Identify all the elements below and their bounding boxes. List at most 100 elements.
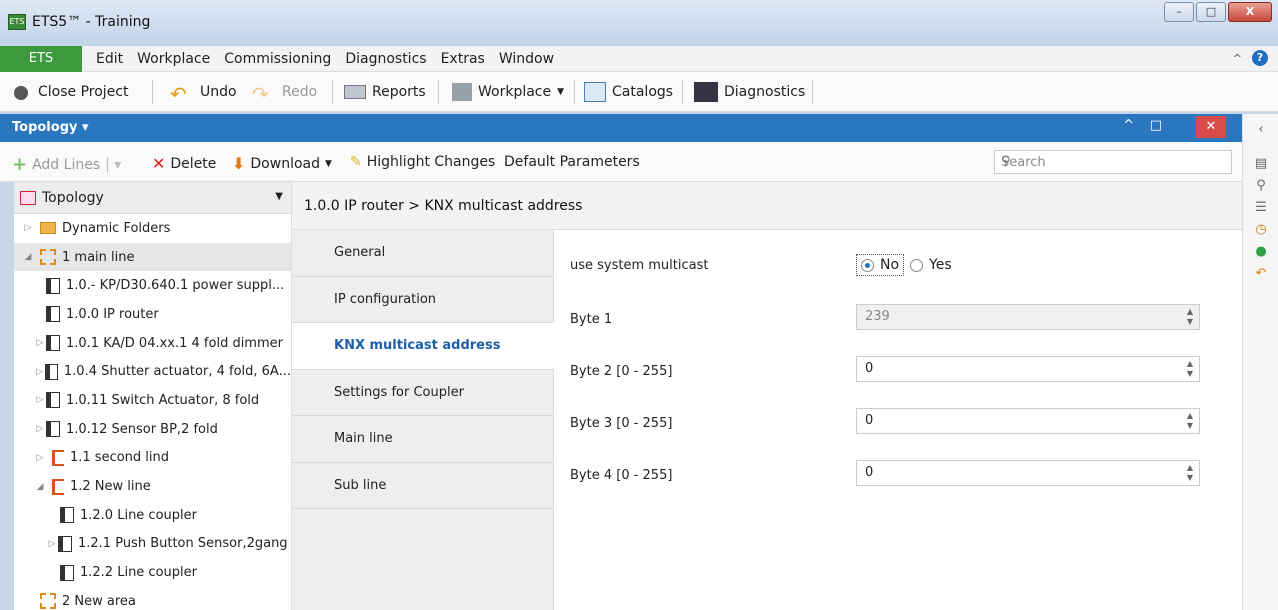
download-button[interactable]: ⬇ Download ▼ (232, 154, 332, 173)
tree-item-line[interactable]: ▷ 1.1 second lind (14, 444, 291, 473)
tab-main-line[interactable]: Main line (292, 416, 553, 463)
clock-icon[interactable]: ◷ (1253, 222, 1269, 238)
topology-panel-title[interactable]: Topology ▾ (12, 120, 89, 135)
topology-icon (20, 190, 36, 205)
menu-ets[interactable]: ETS (0, 46, 82, 72)
device-icon (46, 421, 60, 438)
play-icon[interactable]: ● (1253, 244, 1269, 260)
menu-diagnostics[interactable]: Diagnostics (345, 46, 426, 72)
redo-button[interactable]: ↷ Redo (252, 78, 317, 106)
maximize-button[interactable]: □ (1196, 2, 1226, 22)
menu-commissioning[interactable]: Commissioning (224, 46, 331, 72)
undo-button[interactable]: ↶ Undo (170, 78, 237, 106)
byte3-label: Byte 3 [0 - 255] (570, 416, 673, 431)
collapse-icon[interactable]: ◢ (22, 252, 34, 262)
minimize-button[interactable]: – (1164, 2, 1194, 22)
chevron-down-icon: ▼ (275, 191, 283, 202)
reports-button[interactable]: Reports (344, 78, 426, 106)
menu-extras[interactable]: Extras (441, 46, 485, 72)
chevron-left-icon[interactable]: ‹ (1253, 122, 1269, 138)
tab-sub-line[interactable]: Sub line (292, 463, 553, 509)
menu-bar: ETS Edit Workplace Commissioning Diagnos… (0, 46, 1278, 72)
expand-icon[interactable]: ▷ (34, 453, 46, 463)
delete-x-icon: ✕ (152, 154, 166, 173)
collapse-ribbon-icon[interactable]: ^ (1233, 52, 1242, 65)
tree-item-area[interactable]: 2 New area (14, 587, 291, 610)
radio-yes-icon (910, 258, 924, 272)
byte4-field[interactable]: 0 ▲ ▼ (856, 460, 1200, 486)
folder-icon (40, 222, 56, 235)
side-rail: ‹ ▤ ⚲ ☰ ◷ ● ↶ (1242, 114, 1278, 610)
spinner-icon[interactable]: ▲ ▼ (1187, 411, 1193, 431)
radio-yes[interactable]: Yes (910, 257, 952, 273)
panel-close-button[interactable]: ✕ (1196, 116, 1226, 138)
default-parameters-button[interactable]: Default Parameters (504, 154, 640, 170)
workplace-button[interactable]: Workplace ▼ (452, 78, 564, 106)
tree-header[interactable]: Topology ▼ (14, 182, 291, 214)
catalogs-button[interactable]: Catalogs (584, 78, 673, 106)
title-bar: ETS ETS5™ - Training – □ X (0, 0, 1278, 46)
diagnostics-button[interactable]: Diagnostics (694, 78, 805, 106)
menu-workplace[interactable]: Workplace (137, 46, 210, 72)
tree-item-line[interactable]: ◢ 1.2 New line (14, 472, 291, 501)
device-icon (60, 507, 74, 524)
expand-icon[interactable]: ▷ (22, 223, 34, 233)
menu-edit[interactable]: Edit (96, 46, 123, 72)
close-window-button[interactable]: X (1228, 2, 1272, 22)
tree-item-device[interactable]: 1.2.2 Line coupler (14, 558, 291, 587)
line-icon (40, 249, 56, 266)
add-lines-button[interactable]: + Add Lines | ▾ (12, 154, 121, 175)
panel-collapse-icon[interactable]: ^ (1123, 118, 1134, 133)
collapse-icon[interactable]: ◢ (34, 482, 46, 492)
workplace-icon (452, 83, 472, 101)
menu-window[interactable]: Window (499, 46, 554, 72)
device-icon (58, 535, 72, 552)
expand-icon[interactable]: ▷ (46, 539, 58, 549)
search-icon[interactable]: ⚲ (1253, 178, 1269, 194)
spinner-icon[interactable]: ▲ ▼ (1187, 359, 1193, 379)
tab-knx-multicast-address[interactable]: KNX multicast address (292, 323, 554, 370)
device-icon (46, 306, 60, 323)
tree-item-device[interactable]: ▷ 1.0.11 Switch Actuator, 8 fold (14, 386, 291, 415)
highlight-changes-button[interactable]: ✎ Highlight Changes (350, 154, 495, 170)
radio-no[interactable]: No (856, 254, 905, 276)
tree-item-main-line[interactable]: ◢ 1 main line (14, 242, 291, 272)
chevron-down-icon: ▼ (325, 158, 332, 169)
expand-icon[interactable]: ▷ (34, 424, 46, 434)
tree-item-device[interactable]: 1.0.- KP/D30.640.1 power suppl... (14, 271, 291, 300)
use-system-multicast-label: use system multicast (570, 258, 709, 273)
tree-item-device[interactable]: ▷ 1.2.1 Push Button Sensor,2gang (14, 530, 291, 559)
search-input[interactable]: Search ⚲ (994, 150, 1232, 174)
help-icon[interactable]: ? (1252, 50, 1268, 66)
close-project-button[interactable]: Close Project (14, 78, 129, 106)
expand-icon[interactable]: ▷ (34, 395, 46, 405)
tree-item-device[interactable]: 1.2.0 Line coupler (14, 501, 291, 530)
list-icon[interactable]: ☰ (1253, 200, 1269, 216)
device-icon (46, 277, 60, 294)
properties-icon[interactable]: ▤ (1253, 156, 1269, 172)
byte2-field[interactable]: 0 ▲ ▼ (856, 356, 1200, 382)
tree-item-device[interactable]: ▷ 1.0.1 KA/D 04.xx.1 4 fold dimmer (14, 329, 291, 358)
spinner-icon[interactable]: ▲ ▼ (1187, 463, 1193, 483)
tree-item-device[interactable]: 1.0.0 IP router (14, 300, 291, 329)
tree-item-device[interactable]: ▷ 1.0.12 Sensor BP,2 fold (14, 415, 291, 444)
tab-settings-for-coupler[interactable]: Settings for Coupler (292, 370, 553, 416)
tree-item-device[interactable]: ▷ 1.0.4 Shutter actuator, 4 fold, 6A... (14, 357, 291, 386)
byte1-label: Byte 1 (570, 312, 613, 327)
device-icon (44, 363, 58, 380)
topology-panel-bar: Topology ▾ ^ □ ✕ (0, 114, 1242, 142)
plus-icon: + (12, 154, 28, 175)
device-icon (46, 335, 60, 352)
expand-icon[interactable]: ▷ (34, 367, 45, 377)
search-icon: ⚲ (1001, 154, 1011, 169)
panel-maximize-icon[interactable]: □ (1150, 118, 1162, 133)
delete-button[interactable]: ✕ Delete (152, 154, 216, 173)
byte3-field[interactable]: 0 ▲ ▼ (856, 408, 1200, 434)
expand-icon[interactable]: ▷ (34, 338, 46, 348)
main-toolbar: Close Project ↶ Undo ↷ Redo Reports Work… (0, 72, 1278, 112)
tree-item-dynamic-folders[interactable]: ▷ Dynamic Folders (14, 214, 291, 243)
undo-icon[interactable]: ↶ (1253, 266, 1269, 282)
tab-ip-configuration[interactable]: IP configuration (292, 277, 553, 323)
tab-general[interactable]: General (292, 230, 553, 277)
line-icon (52, 478, 64, 495)
